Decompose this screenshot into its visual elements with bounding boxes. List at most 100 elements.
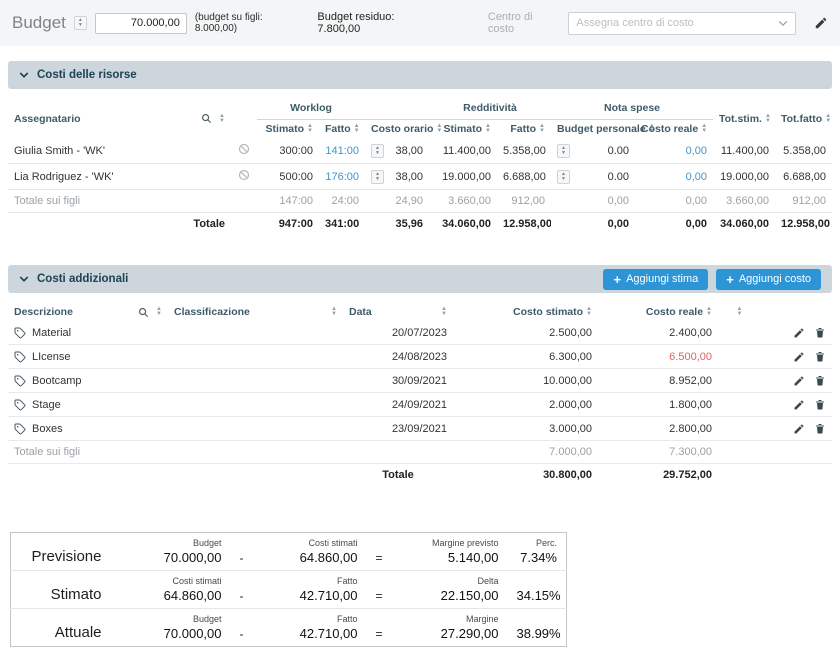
column-classificazione[interactable]: Classificazione [168, 303, 343, 321]
group-redditivita: Redditività [429, 99, 551, 120]
cost-description[interactable]: LIcense [32, 351, 71, 363]
edit-icon[interactable] [793, 399, 805, 411]
summary-row: Stimato Costi stimati64.860,00 - Fatto42… [11, 571, 567, 609]
sort-icon[interactable] [765, 114, 771, 124]
sort-direction-icon[interactable] [737, 307, 743, 317]
worklog-fatto-link[interactable]: 141:00 [319, 138, 365, 164]
column-costo-stimato[interactable]: Costo stimato [453, 303, 598, 321]
delete-icon[interactable] [814, 422, 826, 435]
stepper-icon[interactable] [371, 170, 384, 184]
budget-stepper-icon[interactable] [74, 16, 87, 30]
costo-reale-link[interactable]: 0,00 [635, 138, 713, 164]
assignee-name[interactable]: Giulia Smith - 'WK' [8, 138, 231, 164]
sort-icon[interactable] [586, 307, 592, 317]
costo-orario: 38,00 [395, 145, 423, 157]
sort-icon[interactable] [825, 114, 831, 124]
edit-icon[interactable] [793, 327, 805, 339]
budget-personale: 0.00 [608, 171, 629, 183]
cost-description[interactable]: Stage [32, 399, 61, 411]
column-fatto[interactable]: Fatto [319, 120, 365, 139]
sort-icon[interactable] [307, 124, 313, 134]
resources-table: Assegnatario Worklog Redditività Nota sp… [8, 99, 832, 235]
search-icon[interactable] [138, 307, 149, 318]
sort-icon[interactable] [485, 124, 491, 134]
row-label: Totale [8, 213, 231, 236]
worklog-stimato: 500:00 [257, 164, 319, 190]
sort-icon[interactable] [706, 307, 712, 317]
cost-reale: 2.400,00 [598, 321, 718, 345]
column-tot-fatto[interactable]: Tot.fatto [775, 99, 832, 138]
column-data[interactable]: Data [343, 303, 453, 321]
edit-icon[interactable] [793, 375, 805, 387]
cost-date: 24/09/2021 [343, 393, 453, 417]
cost-stimato: 2.000,00 [453, 393, 598, 417]
assignee-name[interactable]: Lia Rodriguez - 'WK' [8, 164, 231, 190]
sort-icon[interactable] [219, 114, 225, 124]
edit-icon[interactable] [793, 351, 805, 363]
stepper-icon[interactable] [557, 144, 570, 158]
chevron-down-icon [19, 275, 29, 283]
column-tot-stim[interactable]: Tot.stim. [713, 99, 775, 138]
sort-icon[interactable] [441, 307, 447, 317]
centro-di-costo-label: Centro di costo [488, 11, 560, 35]
search-icon[interactable] [201, 113, 212, 124]
budget-personale: 0.00 [608, 145, 629, 157]
sort-icon[interactable] [539, 124, 545, 134]
tag-icon [14, 399, 26, 411]
section-costi-addizionali[interactable]: Costi addizionali +Aggiungi stima +Aggiu… [8, 265, 832, 293]
operator: = [367, 571, 383, 609]
section-costi-risorse[interactable]: Costi delle risorse [8, 61, 832, 89]
cost-description[interactable]: Boxes [32, 423, 63, 435]
cost-date: 24/08/2023 [343, 345, 453, 369]
operator: = [367, 533, 383, 571]
cost-row: Bootcamp 30/09/2021 10.000,00 8.952,00 [8, 369, 832, 393]
cost-classification [168, 321, 343, 345]
sort-icon[interactable] [701, 124, 707, 134]
column-budget-personale[interactable]: Budget personale [551, 120, 635, 139]
budget-summary-table: Previsione Budget70.000,00 - Costi stima… [10, 532, 567, 647]
sort-icon[interactable] [331, 307, 337, 317]
cost-description[interactable]: Bootcamp [32, 375, 82, 387]
summary-row-name: Attuale [11, 609, 111, 647]
edit-icon[interactable] [814, 16, 828, 30]
stepper-icon[interactable] [557, 170, 570, 184]
sort-icon[interactable] [354, 124, 360, 134]
plus-icon: + [726, 273, 734, 286]
operator: - [231, 571, 247, 609]
column-costo-reale[interactable]: Costo reale [635, 120, 713, 139]
column-descrizione[interactable]: Descrizione [8, 303, 168, 321]
delete-icon[interactable] [814, 398, 826, 411]
aggiungi-costo-button[interactable]: +Aggiungi costo [716, 269, 821, 290]
delete-icon[interactable] [814, 350, 826, 363]
sort-direction-header[interactable] [718, 303, 758, 321]
column-redd-fatto[interactable]: Fatto [497, 120, 551, 139]
column-costo-reale[interactable]: Costo reale [598, 303, 718, 321]
delete-icon[interactable] [814, 326, 826, 339]
redd-stimato: 19.000,00 [429, 164, 497, 190]
centro-di-costo-select[interactable]: Assegna centro di costo [568, 12, 796, 35]
budget-input[interactable] [95, 13, 187, 34]
column-costo-orario[interactable]: Costo orario [365, 120, 429, 139]
totale-row: Totale 30.800,00 29.752,00 [8, 464, 832, 487]
actions-header [758, 303, 832, 321]
stepper-icon[interactable] [371, 144, 384, 158]
tot-stim: 19.000,00 [713, 164, 775, 190]
column-assegnatario[interactable]: Assegnatario [8, 99, 231, 138]
page-title: Budget [12, 13, 66, 33]
worklog-fatto-link[interactable]: 176:00 [319, 164, 365, 190]
sort-icon[interactable] [436, 124, 442, 134]
costo-reale-link[interactable]: 0,00 [635, 164, 713, 190]
cost-description[interactable]: Material [32, 327, 71, 339]
edit-icon[interactable] [793, 423, 805, 435]
resource-row: Lia Rodriguez - 'WK' 500:00 176:00 38,00… [8, 164, 832, 190]
delete-icon[interactable] [814, 374, 826, 387]
cost-stimato: 10.000,00 [453, 369, 598, 393]
column-stimato[interactable]: Stimato [257, 120, 319, 139]
sort-icon[interactable] [156, 307, 162, 317]
tag-icon [14, 423, 26, 435]
summary-row: Attuale Budget70.000,00 - Fatto42.710,00… [11, 609, 567, 647]
totale-figli-row: Totale sui figli 147:00 24:00 24,90 3.66… [8, 190, 832, 213]
budget-children-note: (budget su figli: 8.000,00) [195, 12, 306, 34]
operator: = [367, 609, 383, 647]
aggiungi-stima-button[interactable]: +Aggiungi stima [603, 269, 708, 290]
